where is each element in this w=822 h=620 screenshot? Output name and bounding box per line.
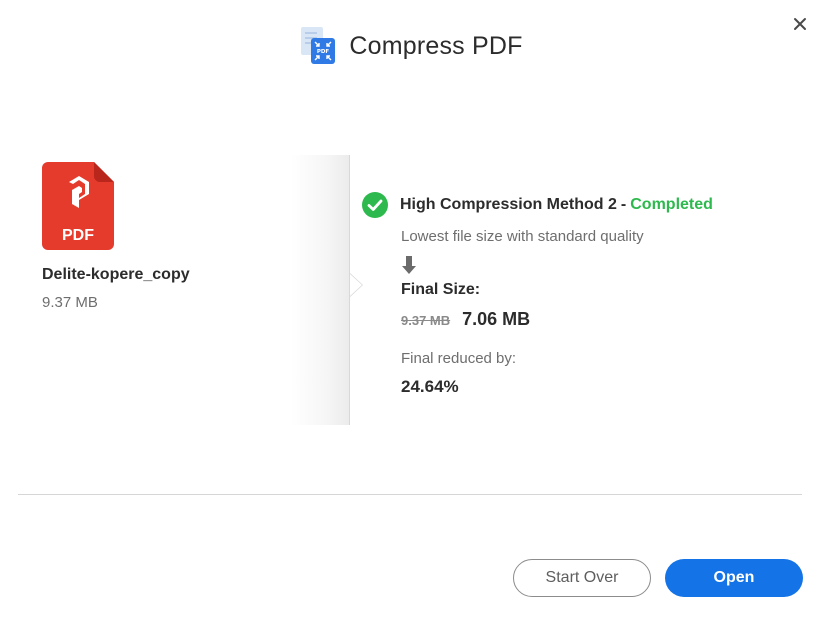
footer-divider <box>18 494 802 495</box>
pdf-file-icon: PDF <box>42 162 114 250</box>
method-name: High Compression Method 2 <box>400 196 617 213</box>
close-button[interactable] <box>786 10 814 38</box>
file-name: Delite-kopere_copy <box>42 266 190 283</box>
dialog-header: PDF Compress PDF <box>0 22 822 70</box>
status-separator: - <box>620 196 627 213</box>
reduced-label: Final reduced by: <box>401 350 517 367</box>
final-size: 7.06 MB <box>462 309 531 329</box>
size-row: 9.37 MB 7.06 MB <box>401 309 802 330</box>
check-circle-icon <box>362 192 388 218</box>
start-over-button[interactable]: Start Over <box>513 559 651 597</box>
svg-text:PDF: PDF <box>317 49 330 55</box>
original-size: 9.37 MB <box>401 313 451 328</box>
divider-pointer <box>350 274 362 296</box>
file-panel: PDF Delite-kopere_copy 9.37 MB <box>42 162 302 311</box>
pdf-badge-label: PDF <box>62 227 94 244</box>
arrow-down-icon <box>402 256 416 274</box>
open-button[interactable]: Open <box>665 559 803 597</box>
reduced-value: 24.64% <box>401 377 459 396</box>
status-row: High Compression Method 2- Completed <box>362 192 802 218</box>
panel-shadow <box>290 155 350 425</box>
compress-pdf-icon: PDF <box>299 26 337 66</box>
compress-pdf-dialog: PDF Compress PDF PDF Delite-kopere_copy … <box>0 0 822 620</box>
final-size-label: Final Size: <box>401 281 481 298</box>
status-badge: Completed <box>630 196 713 213</box>
close-icon <box>794 18 806 30</box>
method-description: Lowest file size with standard quality <box>401 228 644 245</box>
file-size: 9.37 MB <box>42 294 98 311</box>
result-panel: High Compression Method 2- Completed Lowe… <box>362 192 802 397</box>
page-title: Compress PDF <box>349 31 523 60</box>
